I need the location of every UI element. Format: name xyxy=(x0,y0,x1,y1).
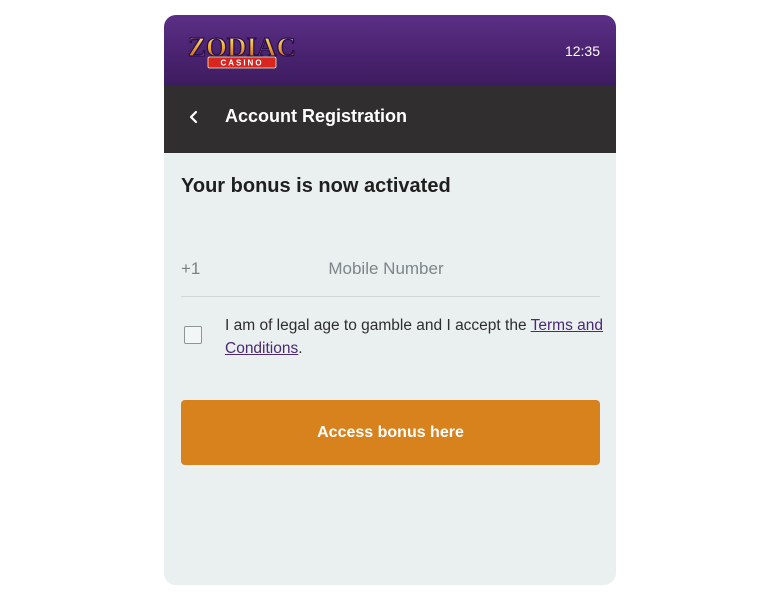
top-bar: ZODIAC CASINO 12:35 xyxy=(164,15,616,86)
app-screen: ZODIAC CASINO 12:35 Account Registration… xyxy=(164,15,616,585)
consent-label: I am of legal age to gamble and I accept… xyxy=(225,317,531,334)
mobile-number-input[interactable] xyxy=(241,251,531,287)
nav-bar: Account Registration xyxy=(164,86,616,153)
country-code[interactable]: +1 xyxy=(181,259,200,279)
clock: 12:35 xyxy=(564,43,600,59)
logo-sub-text: CASINO xyxy=(220,59,263,68)
access-bonus-button[interactable]: Access bonus here xyxy=(181,400,600,465)
chevron-left-icon[interactable] xyxy=(186,106,202,128)
zodiac-casino-logo: ZODIAC CASINO xyxy=(187,31,297,69)
consent-end: . xyxy=(298,340,303,357)
legal-age-checkbox[interactable] xyxy=(184,326,202,344)
mobile-number-field: +1 xyxy=(181,247,600,297)
consent-text: I am of legal age to gamble and I accept… xyxy=(225,314,603,360)
bonus-heading: Your bonus is now activated xyxy=(181,175,451,197)
page-title: Account Registration xyxy=(225,106,408,126)
